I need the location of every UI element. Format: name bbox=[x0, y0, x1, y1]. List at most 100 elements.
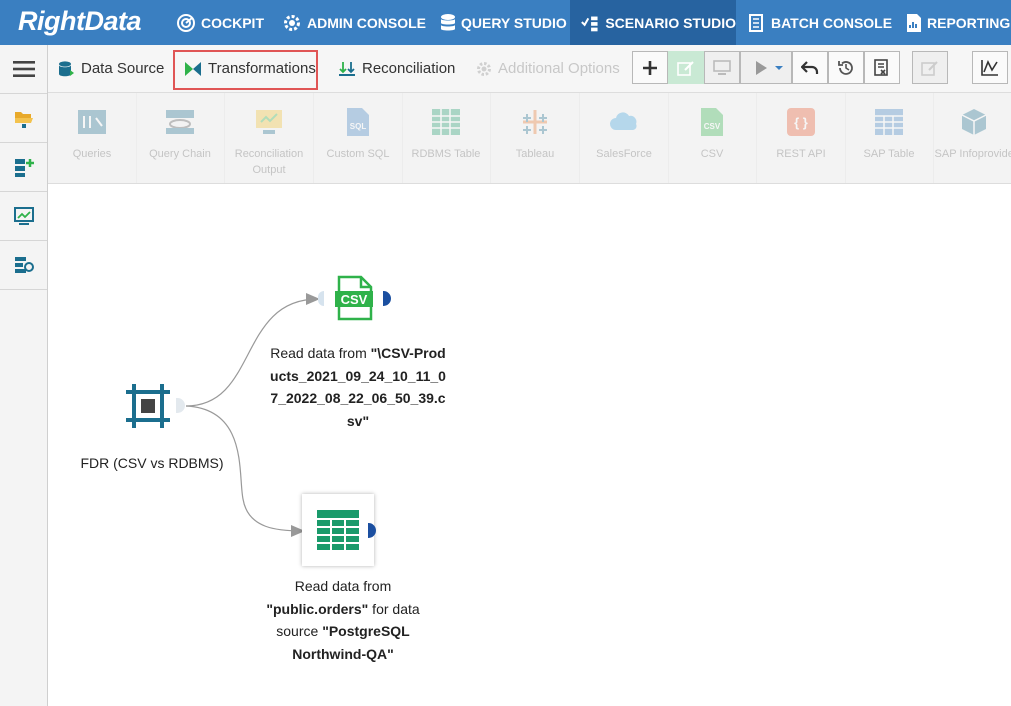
data-source-ribbon: Queries Query Chain Reconciliation Outpu… bbox=[48, 93, 1011, 184]
nav-label: ADMIN CONSOLE bbox=[307, 14, 426, 31]
play-icon bbox=[756, 60, 783, 75]
plus-icon bbox=[643, 60, 657, 75]
scenario-canvas[interactable]: FDR (CSV vs RDBMS) CSV Read data from "\… bbox=[48, 184, 1011, 706]
ribbon-custom-sql[interactable]: SQL Custom SQL bbox=[314, 93, 403, 183]
ribbon-label: Tableau bbox=[515, 148, 555, 160]
hamburger-menu-button[interactable] bbox=[0, 45, 47, 94]
csv-label-prefix: Read data from bbox=[270, 345, 371, 361]
transform-bowtie-icon bbox=[185, 61, 201, 76]
svg-text:{ }: { } bbox=[794, 115, 808, 130]
rest-api-icon: { } bbox=[785, 107, 817, 137]
top-navigation-bar: RightData COCKPIT ADMIN CONSOLE QUERY ST… bbox=[0, 0, 1011, 45]
export-button[interactable] bbox=[864, 51, 900, 84]
csv-file-icon: CSV bbox=[696, 107, 728, 137]
history-icon bbox=[838, 60, 853, 75]
tab-data-source[interactable]: Data Source bbox=[57, 45, 164, 92]
ribbon-queries[interactable]: Queries bbox=[48, 93, 137, 183]
rightdata-logo[interactable]: RightData bbox=[18, 6, 142, 37]
csv-icon-text: CSV bbox=[341, 292, 368, 307]
ribbon-rest-api[interactable]: { } REST API bbox=[757, 93, 846, 183]
ribbon-label: RDBMS Table bbox=[411, 148, 481, 160]
ribbon-csv[interactable]: CSV CSV bbox=[668, 93, 757, 183]
ribbon-label: SalesForce bbox=[596, 148, 652, 160]
menu-icon bbox=[12, 61, 35, 77]
ribbon-label: Reconciliation Output bbox=[234, 148, 304, 176]
nav-batch-console[interactable]: BATCH CONSOLE bbox=[748, 0, 892, 45]
ribbon-label: SAP Table bbox=[863, 148, 915, 160]
nav-reporting[interactable]: REPORTING bbox=[906, 0, 1010, 45]
notes-button[interactable] bbox=[912, 51, 948, 84]
rdbms-table-name: "public.orders" bbox=[266, 600, 369, 617]
ribbon-tableau[interactable]: Tableau bbox=[491, 93, 580, 183]
fdr-node[interactable] bbox=[124, 382, 172, 430]
rdbms-label-prefix: Read data from bbox=[294, 578, 392, 594]
nav-query-studio[interactable]: QUERY STUDIO bbox=[440, 0, 567, 45]
svg-text:SQL: SQL bbox=[350, 122, 367, 131]
sidebar-dashboard[interactable] bbox=[0, 192, 47, 241]
connector-lines bbox=[185, 293, 320, 537]
export-sheet-icon bbox=[874, 58, 888, 76]
tab-transformations[interactable]: Transformations bbox=[184, 45, 316, 92]
sidebar-new-scenario[interactable] bbox=[0, 143, 47, 192]
gear-icon bbox=[477, 61, 491, 76]
tab-reconciliation[interactable]: Reconciliation bbox=[338, 45, 455, 92]
svg-text:CSV: CSV bbox=[704, 122, 721, 131]
studio-tab-row: Data Source Transformations Reconciliati… bbox=[48, 45, 1011, 93]
fdr-node-label: FDR (CSV vs RDBMS) bbox=[80, 455, 224, 471]
chart-view-button[interactable] bbox=[972, 51, 1008, 84]
nav-label: REPORTING bbox=[927, 14, 1011, 31]
left-sidebar bbox=[0, 45, 48, 706]
ribbon-label: Custom SQL bbox=[326, 148, 390, 160]
history-button[interactable] bbox=[828, 51, 864, 84]
csv-file-icon: CSV bbox=[335, 275, 373, 321]
nav-label: SCENARIO STUDIO bbox=[605, 14, 736, 31]
rdbms-table-icon bbox=[430, 107, 462, 137]
tab-label: Transformations bbox=[208, 60, 316, 77]
rdbms-node[interactable] bbox=[302, 494, 374, 566]
nav-cockpit[interactable]: COCKPIT bbox=[176, 0, 264, 45]
rdbms-table-icon bbox=[317, 510, 359, 550]
tab-additional-options[interactable]: Additional Options bbox=[476, 45, 620, 92]
add-scenario-icon bbox=[14, 159, 34, 177]
ribbon-query-chain[interactable]: Query Chain bbox=[136, 93, 225, 183]
database-icon bbox=[59, 60, 74, 76]
ribbon-reconciliation-output[interactable]: Reconciliation Output bbox=[225, 93, 314, 183]
sap-infoprovider-icon bbox=[958, 107, 990, 137]
ribbon-label: CSV bbox=[700, 148, 724, 160]
custom-sql-icon: SQL bbox=[342, 107, 374, 137]
csv-input-port[interactable] bbox=[318, 291, 324, 306]
rdbms-node-label: Read data from "public.orders" for data … bbox=[253, 575, 433, 665]
gear-icon bbox=[284, 14, 300, 31]
ribbon-label: Queries bbox=[72, 148, 112, 160]
settings-list-icon bbox=[14, 257, 34, 273]
sidebar-open-scenario[interactable] bbox=[0, 94, 47, 143]
reconciliation-output-icon bbox=[253, 107, 285, 137]
folder-open-icon bbox=[14, 112, 33, 128]
sidebar-settings[interactable] bbox=[0, 241, 47, 290]
salesforce-cloud-icon bbox=[608, 107, 640, 137]
tableau-icon bbox=[519, 107, 551, 137]
edit-icon bbox=[677, 60, 694, 76]
nav-admin-console[interactable]: ADMIN CONSOLE bbox=[282, 0, 426, 45]
nav-label: BATCH CONSOLE bbox=[771, 14, 893, 31]
tab-label: Data Source bbox=[81, 60, 165, 77]
query-chain-icon bbox=[164, 107, 196, 137]
database-icon bbox=[441, 13, 455, 30]
fdr-frame-icon bbox=[126, 384, 170, 428]
run-button[interactable] bbox=[740, 51, 792, 84]
monitor-chart-icon bbox=[13, 207, 34, 225]
report-icon bbox=[907, 13, 921, 32]
csv-node[interactable]: CSV bbox=[333, 275, 377, 321]
batch-icon bbox=[749, 13, 763, 32]
undo-button[interactable] bbox=[792, 51, 828, 84]
ribbon-sap-infoprovider[interactable]: SAP Infoprovider bbox=[934, 93, 1011, 183]
add-button[interactable] bbox=[632, 51, 668, 84]
ribbon-sap-table[interactable]: SAP Table bbox=[845, 93, 934, 183]
preview-button[interactable] bbox=[704, 51, 740, 84]
ribbon-salesforce[interactable]: SalesForce bbox=[580, 93, 669, 183]
edit-icon bbox=[921, 60, 938, 76]
ribbon-rdbms-table[interactable]: RDBMS Table bbox=[402, 93, 491, 183]
nav-scenario-studio[interactable]: SCENARIO STUDIO bbox=[570, 0, 736, 45]
edit-button[interactable] bbox=[668, 51, 704, 84]
queries-icon bbox=[76, 107, 108, 137]
